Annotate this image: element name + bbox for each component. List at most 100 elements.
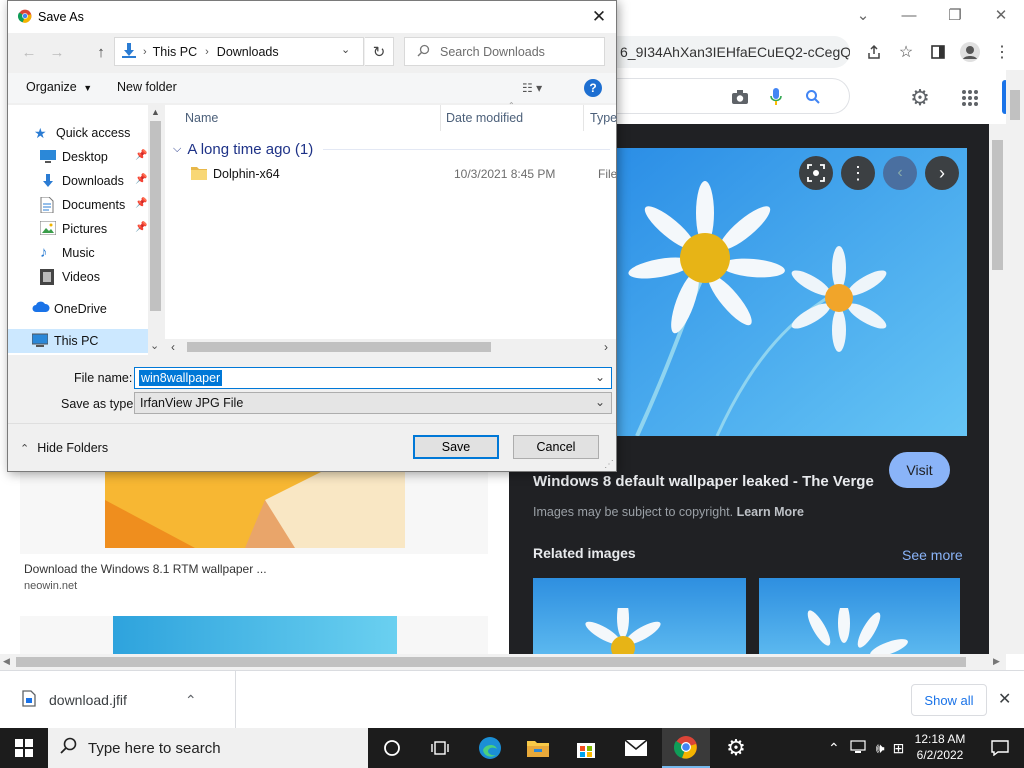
help-icon[interactable]: ? — [584, 79, 602, 97]
learn-more-link[interactable]: Learn More — [737, 505, 804, 519]
scrollbar-thumb[interactable] — [1010, 90, 1020, 120]
cortana-icon[interactable] — [368, 728, 416, 768]
filelist-horizontal-scrollbar[interactable]: ‹ › — [165, 339, 616, 355]
mail-icon[interactable] — [612, 728, 660, 768]
download-item[interactable]: download.jfif ⌃ — [0, 671, 236, 729]
minimize-button[interactable]: — — [886, 0, 932, 30]
preview-image[interactable]: ⋮ ‹ › — [617, 148, 967, 436]
list-item[interactable]: Dolphin-x64 10/3/2021 8:45 PM File fo — [185, 163, 616, 185]
nav-quick-access[interactable]: ★ Quick access — [8, 121, 148, 145]
settings-gear-icon[interactable]: ⚙ — [904, 82, 936, 114]
side-panel-icon[interactable] — [922, 36, 954, 68]
nav-music[interactable]: ♪ Music — [8, 241, 148, 265]
column-header-type[interactable]: Type — [590, 105, 617, 131]
nav-pictures[interactable]: Pictures 📌 — [8, 217, 148, 241]
result-thumbnail-2[interactable] — [20, 616, 488, 656]
settings-icon[interactable]: ⚙ — [712, 728, 760, 768]
forward-arrow-icon[interactable]: → — [46, 41, 68, 63]
resize-grip-icon[interactable]: ⋰ — [604, 459, 614, 470]
scroll-right-arrow-icon[interactable]: ▶ — [993, 656, 1000, 667]
scroll-right-arrow-icon[interactable]: › — [604, 340, 608, 354]
navpane-scrollbar[interactable]: ▲ ⌄ — [148, 105, 163, 355]
notification-icon[interactable] — [976, 728, 1024, 768]
google-search-box[interactable] — [600, 78, 850, 114]
file-explorer-icon[interactable] — [514, 728, 562, 768]
chevron-right-icon[interactable]: › — [143, 46, 147, 58]
chevron-down-icon[interactable]: ⌄ — [595, 370, 605, 384]
keyboard-icon[interactable]: ⊞ — [893, 740, 905, 757]
close-button[interactable]: ✕ — [978, 0, 1024, 30]
search-icon[interactable] — [798, 85, 828, 109]
dialog-titlebar[interactable]: Save As ✕ — [8, 1, 616, 33]
result-title[interactable]: Download the Windows 8.1 RTM wallpaper .… — [24, 562, 267, 576]
scroll-left-arrow-icon[interactable]: ‹ — [171, 340, 175, 354]
organize-menu[interactable]: Organize ▼ — [26, 80, 92, 94]
chevron-up-icon[interactable]: ⌃ — [828, 740, 840, 757]
breadcrumb-dropdown-icon[interactable]: ⌄ — [341, 43, 350, 56]
store-icon[interactable] — [562, 728, 610, 768]
microphone-icon[interactable] — [754, 85, 798, 109]
scroll-left-arrow-icon[interactable]: ◀ — [3, 656, 10, 667]
profile-icon[interactable] — [954, 36, 986, 68]
new-folder-button[interactable]: New folder — [117, 80, 177, 94]
address-breadcrumb[interactable]: › This PC › Downloads ⌄ — [114, 37, 364, 66]
edge-icon[interactable] — [466, 728, 514, 768]
star-icon[interactable]: ☆ — [890, 36, 922, 68]
panel-scrollbar[interactable] — [989, 124, 1006, 654]
visit-button[interactable]: Visit — [889, 452, 950, 488]
chevron-up-icon[interactable]: ⌃ — [185, 692, 197, 709]
chevron-right-icon[interactable]: › — [205, 46, 209, 58]
taskbar-search-box[interactable]: Type here to search — [48, 728, 368, 768]
share-icon[interactable] — [858, 36, 890, 68]
scroll-down-arrow-icon[interactable]: ⌄ — [150, 339, 159, 352]
more-options-icon[interactable]: ⋮ — [841, 156, 875, 190]
apps-grid-icon[interactable] — [954, 82, 986, 114]
scrollbar-thumb[interactable] — [187, 342, 491, 352]
save-as-type-select[interactable]: IrfanView JPG File ⌄ — [134, 392, 612, 414]
group-header[interactable]: ⌵ A long time ago (1) — [173, 139, 610, 159]
lens-button[interactable] — [799, 156, 833, 190]
show-all-button[interactable]: Show all — [911, 684, 987, 716]
related-image-2[interactable] — [759, 578, 960, 654]
nav-downloads[interactable]: Downloads 📌 — [8, 169, 148, 193]
cancel-button[interactable]: Cancel — [513, 435, 599, 459]
chevron-down-icon[interactable]: ⌄ — [595, 395, 605, 409]
clock[interactable]: 12:18 AM 6/2/2022 — [910, 731, 970, 763]
up-arrow-icon[interactable]: ↑ — [90, 41, 112, 63]
chevron-down-icon[interactable]: ⌄ — [840, 0, 886, 30]
page-vertical-scrollbar[interactable] — [1006, 70, 1024, 654]
restore-button[interactable]: ❐ — [932, 0, 978, 30]
preview-title[interactable]: Windows 8 default wallpaper leaked - The… — [533, 473, 874, 490]
scroll-up-arrow-icon[interactable]: ▲ — [151, 107, 160, 117]
close-downloads-icon[interactable]: ✕ — [998, 689, 1011, 709]
scrollbar-thumb[interactable] — [150, 121, 161, 311]
nav-videos[interactable]: Videos — [8, 265, 148, 289]
previous-arrow-icon[interactable]: ‹ — [883, 156, 917, 190]
file-name-input[interactable]: win8wallpaper ⌄ — [134, 367, 612, 389]
nav-desktop[interactable]: Desktop 📌 — [8, 145, 148, 169]
menu-icon[interactable]: ⋮ — [986, 36, 1018, 68]
back-arrow-icon[interactable]: ← — [18, 41, 40, 63]
refresh-icon[interactable]: ↻ — [365, 37, 394, 66]
breadcrumb-downloads[interactable]: Downloads — [217, 45, 279, 59]
dialog-close-icon[interactable]: ✕ — [586, 5, 612, 29]
address-bar[interactable]: 6_9I34AhXan3IEHfaECuEQ2-cCegQ... — [600, 36, 850, 68]
breadcrumb-this-pc[interactable]: This PC — [153, 45, 197, 59]
task-view-icon[interactable] — [416, 728, 464, 768]
dialog-search-box[interactable]: Search Downloads — [404, 37, 605, 66]
network-icon[interactable] — [850, 739, 868, 757]
column-header-name[interactable]: Name — [185, 105, 218, 131]
see-more-link[interactable]: See more — [902, 547, 963, 563]
related-image-1[interactable] — [533, 578, 746, 654]
start-button[interactable] — [0, 728, 48, 768]
scrollbar-thumb[interactable] — [16, 657, 966, 667]
result-thumbnail[interactable] — [20, 470, 488, 554]
nav-documents[interactable]: Documents 📌 — [8, 193, 148, 217]
hide-folders-toggle[interactable]: ⌃ Hide Folders — [20, 441, 108, 455]
volume-icon[interactable]: 🕪 — [876, 740, 885, 757]
camera-icon[interactable] — [726, 85, 754, 109]
nav-onedrive[interactable]: OneDrive — [8, 297, 148, 321]
nav-this-pc[interactable]: This PC — [8, 329, 148, 353]
scrollbar-thumb[interactable] — [992, 140, 1003, 270]
next-arrow-icon[interactable]: › — [925, 156, 959, 190]
